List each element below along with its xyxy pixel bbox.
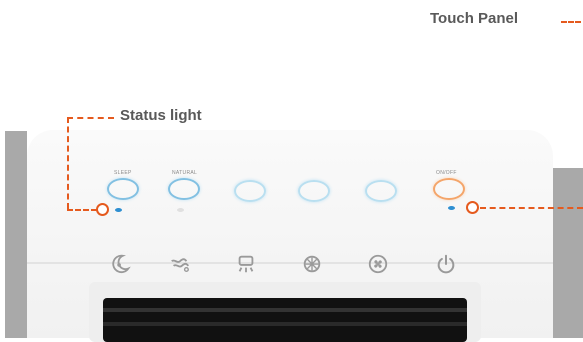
natural-ring	[168, 178, 200, 200]
status-light-power	[448, 206, 455, 210]
air-outlet	[103, 298, 467, 342]
outlet-louver	[103, 322, 467, 326]
touch-button-power[interactable]: ON/OFF	[430, 170, 466, 200]
status-light-pointer-right	[466, 201, 479, 214]
fan-speed-icon	[364, 250, 392, 278]
touch-button-4[interactable]	[298, 180, 330, 202]
outlet-louver	[103, 308, 467, 312]
touch-button-3[interactable]	[234, 180, 266, 202]
air-cooler-top	[27, 130, 553, 342]
background-panel-right	[553, 168, 583, 338]
ice-crystal-icon	[298, 250, 326, 278]
status-light-leader-right	[480, 207, 583, 209]
cooling-icon	[232, 250, 260, 278]
touch-button-natural[interactable]: NATURAL	[166, 170, 202, 200]
status-light-label: Status light	[120, 107, 202, 124]
status-light-leader-top	[67, 117, 114, 119]
status-light-natural	[177, 208, 184, 212]
status-light-leader-vertical	[67, 117, 69, 209]
button-label: ON/OFF	[436, 170, 457, 176]
touch-panel-leader	[561, 21, 581, 23]
touch-panel-label: Touch Panel	[430, 10, 519, 27]
button-label: NATURAL	[172, 170, 198, 176]
power-icon	[432, 250, 460, 278]
touch-button-sleep[interactable]: SLEEP	[104, 170, 140, 200]
sleep-ring	[107, 178, 139, 200]
status-light-pointer-left	[96, 203, 109, 216]
sleep-moon-icon	[106, 250, 134, 278]
touch-button-5[interactable]	[365, 180, 397, 202]
status-light-sleep	[115, 208, 122, 212]
status-light-leader-bottom	[67, 209, 97, 211]
button-label: SLEEP	[114, 170, 132, 176]
natural-wind-icon	[166, 250, 194, 278]
power-ring	[433, 178, 465, 200]
background-panel-left	[5, 131, 27, 338]
